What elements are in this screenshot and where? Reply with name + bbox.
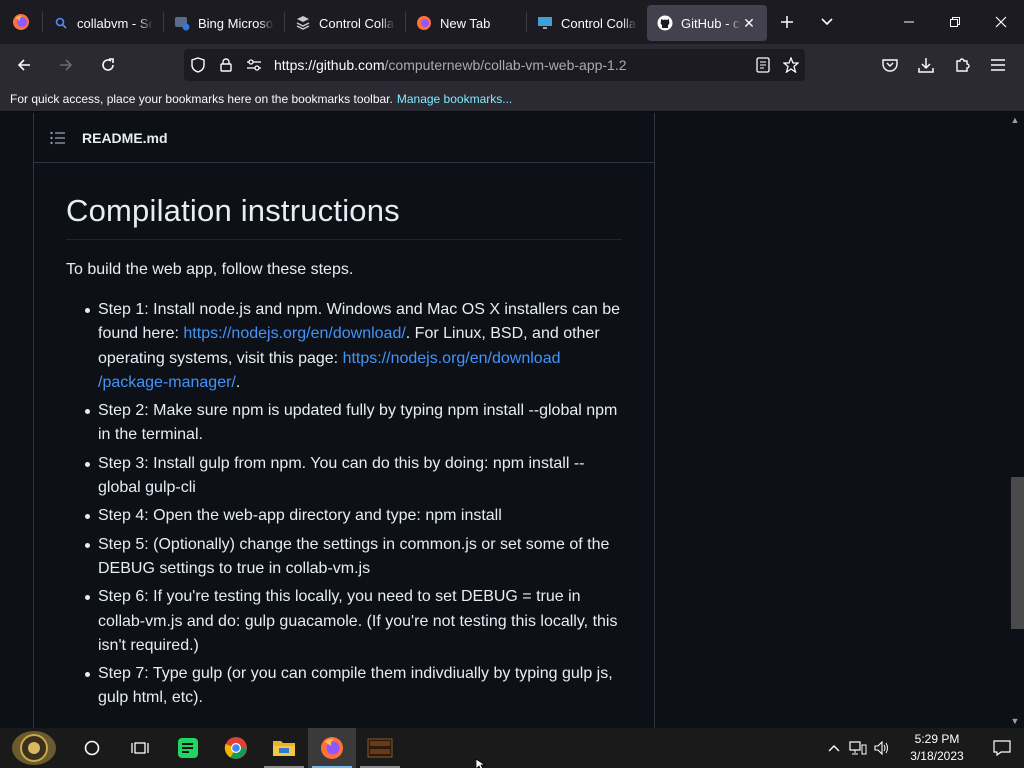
task-view-icon[interactable] <box>116 728 164 768</box>
url-text[interactable]: https://github.com/computernewb/collab-v… <box>274 57 749 73</box>
extensions-icon[interactable] <box>944 49 980 81</box>
step-item: Step 4: Open the web-app directory and t… <box>85 504 622 528</box>
step-text: Step 5: (Optionally) change the settings… <box>98 535 610 577</box>
chrome-icon[interactable] <box>212 728 260 768</box>
forward-button[interactable] <box>48 49 84 81</box>
notifications-icon[interactable] <box>980 728 1024 768</box>
bookmark-star-icon[interactable] <box>777 49 805 81</box>
step-text: Step 4: Open the web-app directory and t… <box>98 507 502 525</box>
chevron-up-icon[interactable] <box>822 728 846 768</box>
firefox-icon <box>416 15 432 31</box>
hamburger-menu-icon[interactable] <box>980 49 1016 81</box>
tab-collabvm-search[interactable]: collabvm - Se <box>43 5 163 41</box>
clock-time: 5:29 PM <box>914 732 960 746</box>
close-window-button[interactable] <box>978 0 1024 44</box>
search-icon <box>53 15 69 31</box>
step-item: Step 3: Install gulp from npm. You can d… <box>85 452 622 501</box>
step-text: Step 2: Make sure npm is updated fully b… <box>98 402 618 444</box>
pocket-icon[interactable] <box>872 49 908 81</box>
notes-app-icon[interactable] <box>164 728 212 768</box>
clock[interactable]: 5:29 PM 3/18/2023 <box>900 731 974 765</box>
game-app-icon[interactable] <box>356 728 404 768</box>
tab-control-collab-1[interactable]: Control Collab <box>285 5 405 41</box>
start-button[interactable] <box>0 728 68 768</box>
outline-list-icon[interactable] <box>50 130 66 146</box>
volume-icon[interactable] <box>870 728 894 768</box>
tab-label: GitHub - co <box>681 15 741 31</box>
file-explorer-icon[interactable] <box>260 728 308 768</box>
tab-label: Bing Microsoft <box>198 15 274 31</box>
step-item: Step 7: Type gulp (or you can compile th… <box>85 662 622 711</box>
shield-icon[interactable] <box>184 49 212 81</box>
list-all-tabs-button[interactable] <box>807 0 847 44</box>
tab-new-tab[interactable]: New Tab <box>406 5 526 41</box>
step-text: Step 6: If you're testing this locally, … <box>98 588 618 654</box>
collab-icon <box>295 15 311 31</box>
cortana-icon[interactable] <box>68 728 116 768</box>
reload-button[interactable] <box>90 49 126 81</box>
step-text: Step 7: Type gulp (or you can compile th… <box>98 665 613 707</box>
bookmarks-toolbar: For quick access, place your bookmarks h… <box>0 86 1024 112</box>
reader-view-icon[interactable] <box>749 49 777 81</box>
readme-article: Compilation instructions To build the we… <box>34 163 654 711</box>
url-bar[interactable]: https://github.com/computernewb/collab-v… <box>184 49 805 81</box>
step-text: . <box>235 373 241 391</box>
scroll-down-arrow-icon[interactable]: ▼ <box>1006 714 1024 728</box>
system-tray: 5:29 PM 3/18/2023 <box>822 728 1024 768</box>
tab-label: Control Collab <box>319 15 395 31</box>
tab-control-collab-2[interactable]: Control Collab <box>527 5 647 41</box>
github-icon <box>657 15 673 31</box>
readme-panel: README.md Compilation instructions To bu… <box>33 113 655 728</box>
step-text: Step 3: Install gulp from npm. You can d… <box>98 454 585 497</box>
lock-icon[interactable] <box>212 49 240 81</box>
downloads-icon[interactable] <box>908 49 944 81</box>
manage-bookmarks-link[interactable]: Manage bookmarks... <box>397 92 512 106</box>
close-tab-icon[interactable]: ✕ <box>741 15 757 32</box>
section-heading: Compilation instructions <box>66 193 622 240</box>
step-item: Step 2: Make sure npm is updated fully b… <box>85 399 622 448</box>
tab-bar: collabvm - Se Bing Microsoft Control Col… <box>0 0 1024 44</box>
mouse-cursor-icon <box>475 758 487 768</box>
scroll-up-arrow-icon[interactable]: ▲ <box>1006 113 1024 127</box>
restore-button[interactable] <box>932 0 978 44</box>
new-tab-button[interactable] <box>767 0 807 44</box>
intro-paragraph: To build the web app, follow these steps… <box>66 261 354 278</box>
navigation-toolbar: https://github.com/computernewb/collab-v… <box>0 44 1024 86</box>
tab-label: New Tab <box>440 15 491 31</box>
step-item: Step 6: If you're testing this locally, … <box>85 585 622 658</box>
steps-list: Step 1: Install node.js and npm. Windows… <box>66 298 622 711</box>
windows-taskbar: 5:29 PM 3/18/2023 <box>0 728 1024 768</box>
minimize-button[interactable] <box>886 0 932 44</box>
scroll-thumb[interactable] <box>1011 477 1024 629</box>
step-link[interactable]: https://nodejs.org/en/download/ <box>183 325 405 342</box>
tab-bing[interactable]: Bing Microsoft <box>164 5 284 41</box>
step-item: Step 5: (Optionally) change the settings… <box>85 533 622 582</box>
bing-icon <box>174 15 190 31</box>
readme-header: README.md <box>34 113 654 163</box>
permissions-icon[interactable] <box>240 49 268 81</box>
tab-label: collabvm - Se <box>77 15 153 31</box>
readme-filename[interactable]: README.md <box>82 130 168 146</box>
monitor-icon <box>537 15 553 31</box>
firefox-taskbar-icon[interactable] <box>308 728 356 768</box>
back-button[interactable] <box>6 49 42 81</box>
tab-github[interactable]: GitHub - co ✕ <box>647 5 767 41</box>
network-icon[interactable] <box>846 728 870 768</box>
page-scrollbar[interactable]: ▲ ▼ <box>1006 113 1024 728</box>
page-content: README.md Compilation instructions To bu… <box>0 113 1024 728</box>
tab-label: Control Collab <box>561 15 637 31</box>
clock-date: 3/18/2023 <box>910 749 964 763</box>
firefox-menu-icon[interactable] <box>0 0 42 44</box>
bookmarks-hint: For quick access, place your bookmarks h… <box>10 91 393 106</box>
step-item: Step 1: Install node.js and npm. Windows… <box>85 298 622 395</box>
